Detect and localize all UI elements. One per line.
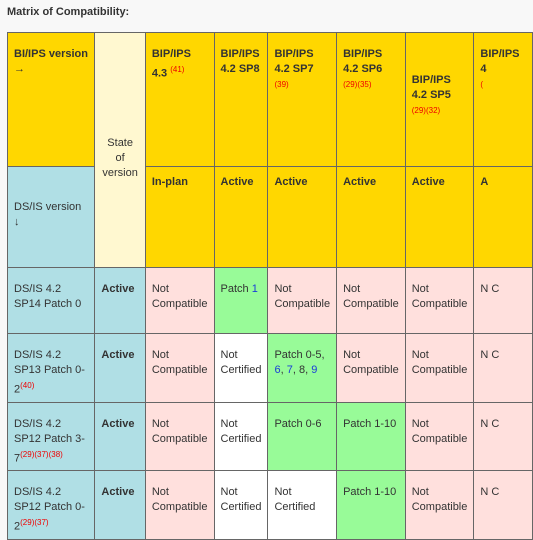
table-row: DS/IS 4.2 SP13 Patch 0-2(40) Active Not Co… bbox=[6, 333, 533, 403]
compatibility-text: Not Compatible bbox=[151, 349, 208, 376]
footnote-ref[interactable]: (41) bbox=[170, 65, 184, 74]
footnote-ref[interactable]: (29)(37) bbox=[20, 518, 48, 527]
table-row: DS/IS 4.2 SP12 Patch 0-2(29)(37) Active No… bbox=[6, 470, 533, 540]
compatibility-cell: Not Compatible bbox=[144, 470, 215, 540]
page-title: Matrix of Compatibility: bbox=[7, 6, 130, 18]
compatibility-text: Patch 1-10 bbox=[343, 417, 397, 430]
compatibility-cell: Not Certified bbox=[213, 470, 269, 540]
compatibility-text: N C bbox=[480, 486, 500, 499]
compatibility-text: N C bbox=[480, 417, 500, 430]
compatibility-cell: Not Certified bbox=[213, 401, 269, 472]
patch-link[interactable]: 6 bbox=[274, 364, 280, 376]
compatibility-cell: N C bbox=[473, 401, 533, 472]
compatibility-text: Not Compatible bbox=[151, 486, 208, 514]
compatibility-cell: Not Certified bbox=[267, 470, 338, 540]
compatibility-text: Not Compatible bbox=[151, 417, 208, 445]
compatibility-text: Patch 0-6 bbox=[274, 417, 322, 430]
column-state: Active bbox=[213, 166, 269, 268]
row-state: Active bbox=[94, 470, 146, 540]
patch-link[interactable]: 1 bbox=[252, 283, 258, 295]
compatibility-text: N C bbox=[480, 349, 500, 361]
bi-version-header: BI/IPS version → bbox=[6, 32, 96, 167]
compatibility-cell: N C bbox=[473, 333, 533, 403]
compatibility-text: N C bbox=[480, 283, 500, 295]
footnote-ref[interactable]: ( bbox=[480, 77, 526, 92]
compatibility-cell: Patch 1-10 bbox=[336, 470, 406, 540]
compatibility-text: Not Certified bbox=[274, 486, 316, 514]
compatibility-text: Patch bbox=[220, 283, 252, 295]
compatibility-cell: N C bbox=[473, 470, 533, 540]
compatibility-text: Not Compatible bbox=[411, 283, 468, 310]
compatibility-cell: Not Compatible bbox=[144, 333, 215, 403]
compatibility-cell: Not Compatible bbox=[404, 401, 475, 472]
footnote-ref[interactable]: (29)(37)(38) bbox=[20, 450, 63, 459]
compatibility-text: Not Compatible bbox=[411, 417, 468, 445]
ds-version-header: DS/IS version ↓ bbox=[6, 166, 96, 268]
column-state: Active bbox=[267, 166, 338, 268]
compatibility-cell: Patch 0-5, 6, 7, 8, 9 bbox=[267, 333, 338, 403]
compatibility-text: Not Compatible bbox=[274, 283, 331, 310]
bi-version-column-header: BIP/IPS 4.3 (41) bbox=[144, 32, 215, 167]
row-state: Active bbox=[94, 333, 146, 403]
bi-version-column-header: BIP/IPS 4.2 SP7 (39) bbox=[267, 32, 338, 167]
table-row: DS/IS 4.2 SP12 Patch 3-7(29)(37)(38) Acti… bbox=[6, 401, 533, 472]
compatibility-cell: Patch 0-6 bbox=[267, 401, 338, 472]
compatibility-text: Patch 1-10 bbox=[343, 486, 397, 499]
compatibility-text: Not Compatible bbox=[343, 349, 399, 376]
row-state: Active bbox=[94, 267, 146, 334]
compatibility-cell: Not Compatible bbox=[404, 267, 475, 334]
compatibility-cell: Not Compatible bbox=[404, 333, 475, 403]
footnote-ref[interactable]: (29)(35) bbox=[343, 77, 399, 92]
column-name: BIP/IPS 4.2 SP5 bbox=[411, 74, 451, 101]
bi-version-column-header: BIP/IPS 4.2 SP6 (29)(35) bbox=[336, 32, 406, 167]
compatibility-text: Not Compatible bbox=[411, 486, 468, 514]
compatibility-text: Not Certified bbox=[220, 349, 262, 376]
column-name: BIP/IPS 4.2 SP6 bbox=[343, 48, 383, 75]
compatibility-cell: Not Compatible bbox=[336, 333, 406, 403]
compatibility-cell: N C bbox=[473, 267, 533, 334]
column-state: In-plan bbox=[144, 166, 215, 268]
compatibility-text: Not Compatible bbox=[151, 283, 208, 310]
column-state: Active bbox=[404, 166, 475, 268]
compatibility-cell: Not Certified bbox=[213, 333, 269, 403]
ds-version-cell: DS/IS 4.2 SP12 Patch 3-7(29)(37)(38) bbox=[6, 401, 96, 472]
patch-link[interactable]: 7 bbox=[287, 364, 293, 376]
patch-link[interactable]: 9 bbox=[311, 364, 317, 376]
ds-version-cell: DS/IS 4.2 SP14 Patch 0 bbox=[6, 267, 96, 334]
column-name: BIP/IPS 4.2 SP7 bbox=[274, 48, 314, 75]
patch-link: 8 bbox=[298, 364, 306, 376]
compatibility-cell: Not Compatible bbox=[267, 267, 338, 334]
ds-version-cell: DS/IS 4.2 SP13 Patch 0-2(40) bbox=[6, 333, 96, 403]
column-state: Active bbox=[336, 166, 406, 268]
compatibility-cell: Not Compatible bbox=[336, 267, 406, 334]
compatibility-cell: Patch 1 bbox=[213, 267, 269, 334]
compatibility-cell: Not Compatible bbox=[144, 401, 215, 472]
column-name: BIP/IPS 4.3 bbox=[151, 48, 191, 80]
table-row: DS/IS 4.2 SP14 Patch 0 Active Not Compatib… bbox=[6, 267, 533, 334]
row-state: Active bbox=[94, 401, 146, 472]
bi-version-column-header: BIP/IPS 4.2 SP5 (29)(32) bbox=[404, 32, 475, 167]
compatibility-cell: Not Compatible bbox=[144, 267, 215, 334]
ds-version-label: DS/IS 4.2 SP14 Patch 0 bbox=[14, 283, 82, 310]
compatibility-text: Not Compatible bbox=[343, 283, 399, 310]
bi-version-column-header: BIP/IPS 4 ( bbox=[473, 32, 533, 167]
compatibility-cell: Not Compatible bbox=[404, 470, 475, 540]
compatibility-cell: Patch 1-10 bbox=[336, 401, 406, 472]
compatibility-matrix: BI/IPS version → State of version BIP/IP… bbox=[6, 32, 533, 540]
state-of-version-header: State of version bbox=[94, 32, 146, 268]
compatibility-text: Patch 0-5, bbox=[274, 349, 325, 361]
footnote-ref[interactable]: (29)(32) bbox=[412, 103, 468, 118]
ds-version-cell: DS/IS 4.2 SP12 Patch 0-2(29)(37) bbox=[6, 470, 96, 540]
column-state: A bbox=[473, 166, 533, 268]
compatibility-text: Not Compatible bbox=[411, 349, 468, 376]
column-name: BIP/IPS 4 bbox=[480, 48, 520, 75]
compatibility-text: Not Certified bbox=[220, 486, 262, 514]
footnote-ref[interactable]: (40) bbox=[20, 381, 34, 390]
column-name: BIP/IPS 4.2 SP8 bbox=[220, 48, 260, 75]
footnote-ref[interactable]: (39) bbox=[274, 77, 330, 92]
compatibility-text: Not Certified bbox=[220, 417, 262, 445]
bi-version-column-header: BIP/IPS 4.2 SP8 bbox=[213, 32, 269, 167]
